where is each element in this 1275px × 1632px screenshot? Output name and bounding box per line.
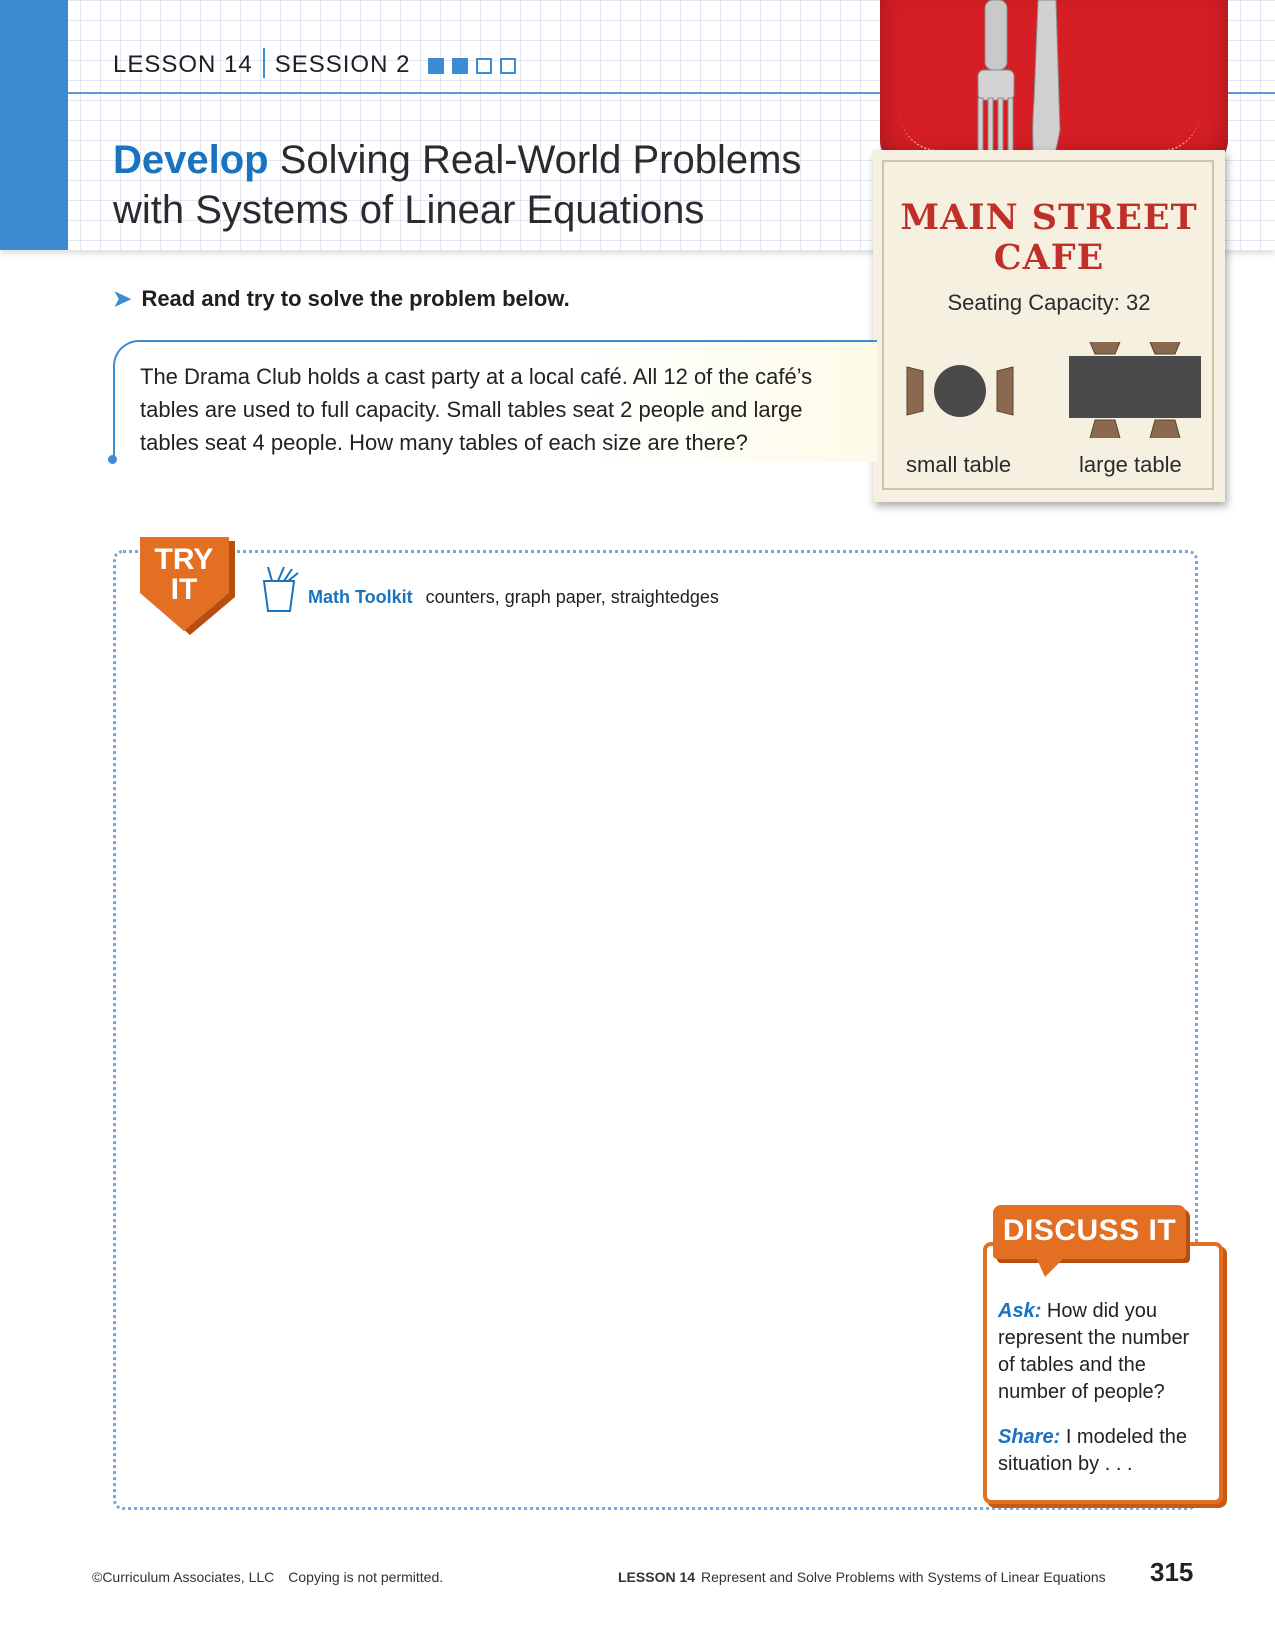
large-table-icon xyxy=(1069,341,1201,439)
footer-lesson-title: Represent and Solve Problems with System… xyxy=(701,1569,1106,1585)
footer-copyright: ©Curriculum Associates, LLC Copying is no… xyxy=(92,1569,443,1585)
math-toolkit-label: Math Toolkit xyxy=(308,587,413,607)
ask-text-4: number of people? xyxy=(998,1381,1165,1403)
small-table-label: small table xyxy=(906,452,1012,477)
copyright-text: ©Curriculum Associates, LLC xyxy=(92,1569,275,1585)
title-line-1: Solving Real-World Problems xyxy=(279,138,802,182)
lesson-label: LESSON 14 xyxy=(113,51,253,78)
progress-square xyxy=(452,58,468,74)
ask-label: Ask: xyxy=(998,1300,1042,1322)
cafe-name-line-1: MAIN STREET xyxy=(900,197,1198,238)
footer-lesson: LESSON 14 Represent and Solve Problems wi… xyxy=(618,1569,1106,1585)
small-table-icon xyxy=(906,365,1014,417)
ask-text-2: represent the number xyxy=(998,1327,1190,1349)
divider xyxy=(262,48,265,78)
ask-text-3: of tables and the xyxy=(998,1354,1146,1376)
title-keyword: Develop xyxy=(113,138,269,182)
title-line-2: with Systems of Linear Equations xyxy=(113,188,705,232)
share-text-1: I modeled the xyxy=(1065,1426,1188,1448)
footer-lesson-label: LESSON 14 xyxy=(618,1569,696,1585)
progress-square xyxy=(428,58,444,74)
ask-text-1: How did you xyxy=(1046,1300,1157,1322)
problem-line-1: The Drama Club holds a cast party at a l… xyxy=(140,364,813,389)
try-it-line-1: TRY xyxy=(155,543,214,576)
seating-capacity: Seating Capacity: 32 xyxy=(947,290,1151,315)
problem-line-2: tables are used to full capacity. Small … xyxy=(140,397,803,422)
progress-square xyxy=(500,58,516,74)
session-label: SESSION 2 xyxy=(274,51,411,78)
large-table-label: large table xyxy=(1079,452,1182,477)
try-it-badge: TRY IT xyxy=(140,537,235,635)
try-it-line-2: IT xyxy=(171,573,198,606)
cafe-name-line-2: CAFE xyxy=(993,237,1105,278)
problem-line-3: tables seat 4 people. How many tables of… xyxy=(140,430,748,455)
arrow-right-icon: ➤ xyxy=(113,286,132,311)
math-toolkit-icon xyxy=(262,566,299,612)
copy-notice: Copying is not permitted. xyxy=(288,1569,444,1585)
progress-square xyxy=(476,58,492,74)
problem-box-dot xyxy=(108,455,117,464)
lesson-session-label: LESSON 14 SESSION 2 xyxy=(113,48,410,79)
header-accent-bar xyxy=(0,0,68,250)
discuss-share: Share: I modeled the situation by . . . xyxy=(998,1424,1208,1478)
problem-text: The Drama Club holds a cast party at a l… xyxy=(140,360,860,459)
cafe-sign-title: MAIN STREET CAFE xyxy=(873,198,1225,278)
instruction-text: Read and try to solve the problem below. xyxy=(141,286,570,311)
math-toolkit: Math Toolkit counters, graph paper, stra… xyxy=(308,587,719,608)
page-title: Develop Solving Real-World Problems with… xyxy=(113,135,873,235)
share-label: Share: xyxy=(998,1426,1061,1448)
instruction: ➤ Read and try to solve the problem below… xyxy=(113,286,570,312)
discuss-ask: Ask: How did you represent the number of… xyxy=(998,1298,1208,1406)
page-number: 315 xyxy=(1150,1557,1194,1587)
discuss-it-speech-tail xyxy=(1035,1255,1067,1277)
share-text-2: situation by . . . xyxy=(998,1453,1133,1475)
math-toolkit-items: counters, graph paper, straightedges xyxy=(425,587,719,607)
discuss-it-title: DISCUSS IT xyxy=(1002,1214,1177,1247)
